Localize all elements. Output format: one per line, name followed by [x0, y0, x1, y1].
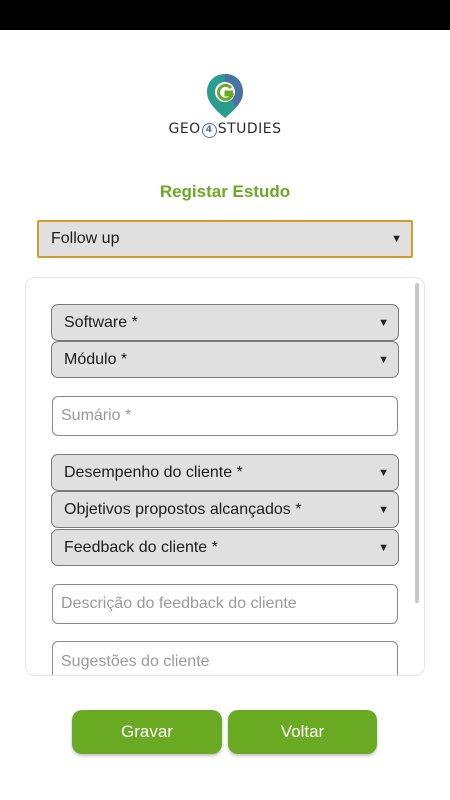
back-button[interactable]: Voltar [228, 710, 377, 754]
dropdown-arrow-icon: ▼ [391, 233, 402, 245]
page-title: Registar Estudo [159, 182, 291, 201]
logo-text-left: GEO [168, 121, 201, 137]
modulo-label: Módulo * [64, 350, 128, 368]
descricao-placeholder: Descrição do feedback do cliente [61, 595, 297, 612]
logo-wordmark: GEO 4 STUDIES [0, 121, 450, 138]
feedback-select[interactable]: Feedback do cliente * ▼ [51, 529, 399, 566]
modulo-select[interactable]: Módulo * ▼ [51, 341, 399, 378]
descricao-feedback-input[interactable]: Descrição do feedback do cliente [52, 584, 398, 624]
logo-text-number: 4 [201, 123, 217, 138]
status-bar [0, 0, 450, 30]
logo-text-right: STUDIES [217, 121, 282, 137]
software-label: Software * [64, 313, 138, 331]
dropdown-arrow-icon: ▼ [378, 503, 389, 516]
form-scrollbar[interactable] [415, 283, 419, 603]
dropdown-arrow-icon: ▼ [378, 466, 389, 479]
dropdown-arrow-icon: ▼ [378, 541, 389, 554]
sugestoes-input[interactable]: Sugestões do cliente [52, 641, 398, 675]
save-button[interactable]: Gravar [72, 710, 222, 754]
objetivos-label: Objetivos propostos alcançados * [64, 500, 302, 518]
feedback-label: Feedback do cliente * [64, 538, 218, 556]
sugestoes-placeholder: Sugestões do cliente [61, 652, 210, 670]
objetivos-select[interactable]: Objetivos propostos alcançados * ▼ [51, 491, 399, 528]
app-logo: GEO 4 STUDIES [0, 72, 450, 142]
software-select[interactable]: Software * ▼ [51, 304, 399, 341]
dropdown-arrow-icon: ▼ [378, 353, 389, 366]
dropdown-arrow-icon: ▼ [378, 316, 389, 329]
desempenho-select[interactable]: Desempenho do cliente * ▼ [51, 454, 399, 491]
desempenho-label: Desempenho do cliente * [64, 463, 243, 481]
study-type-select[interactable]: Follow up ▼ [37, 220, 413, 258]
location-pin-logo-icon [207, 74, 243, 118]
sumario-placeholder: Sumário * [61, 407, 132, 424]
sumario-input[interactable]: Sumário * [52, 396, 398, 436]
study-type-value: Follow up [51, 230, 120, 247]
